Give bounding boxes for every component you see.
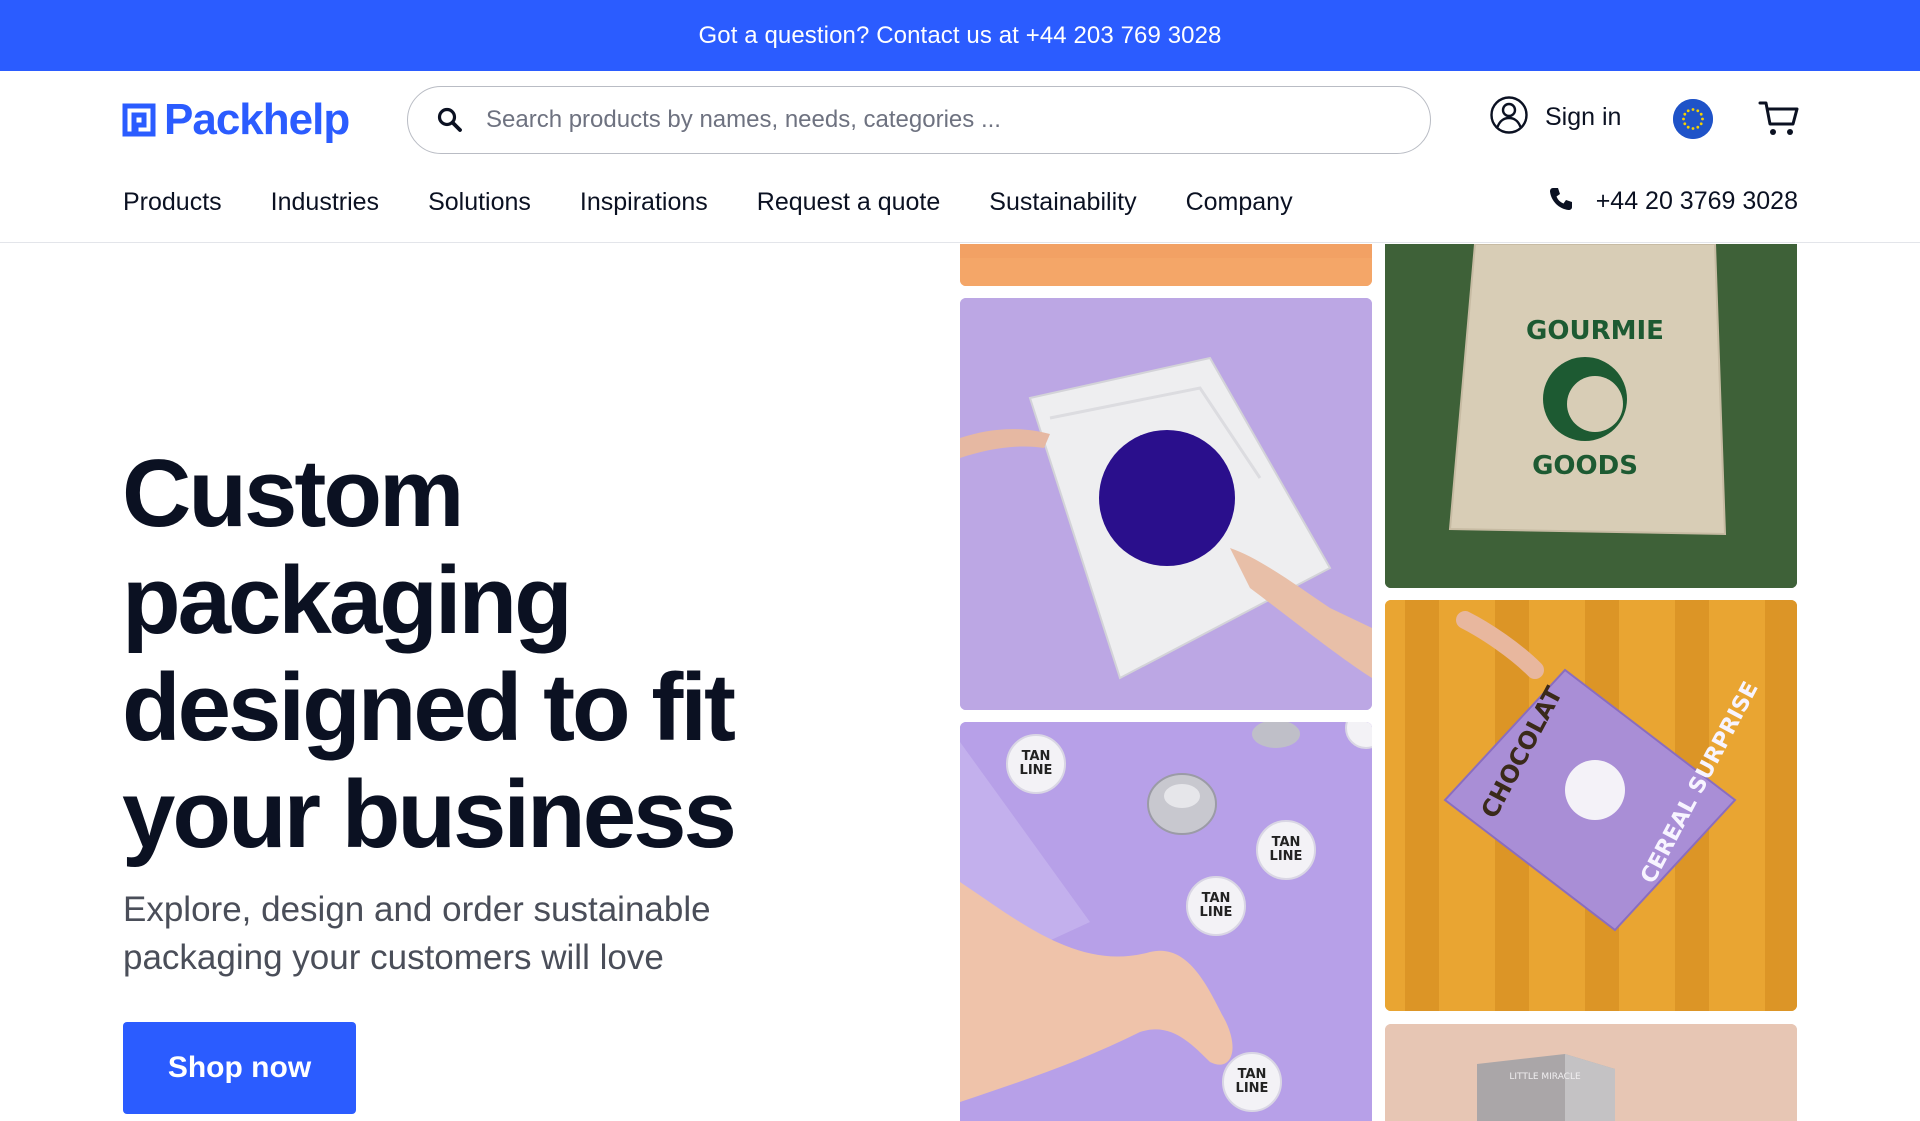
announcement-text[interactable]: Got a question? Contact us at +44 203 76… (699, 22, 1222, 50)
gallery-image-cereal-box[interactable]: CEREAL SURPRISE CHOCOLAT (1385, 600, 1797, 1011)
announcement-bar: Got a question? Contact us at +44 203 76… (0, 0, 1920, 71)
badge-text: TAN (1202, 891, 1231, 906)
nav-item-solutions[interactable]: Solutions (428, 188, 531, 217)
packhelp-logo-icon (122, 103, 156, 137)
shop-now-button[interactable]: Shop now (123, 1022, 356, 1114)
badge-text: LINE (1020, 763, 1053, 778)
badge-text: LINE (1236, 1081, 1269, 1096)
search-icon[interactable] (436, 106, 464, 134)
hero-subtitle: Explore, design and order sustainable pa… (123, 890, 711, 977)
sign-in-button[interactable]: Sign in (1489, 95, 1621, 140)
cart-icon (1758, 101, 1799, 135)
nav-item-products[interactable]: Products (123, 188, 222, 217)
nav-item-request-quote[interactable]: Request a quote (757, 188, 940, 217)
nav-item-inspirations[interactable]: Inspirations (580, 188, 708, 217)
cart-button[interactable] (1758, 97, 1800, 139)
phone-contact[interactable]: +44 20 3769 3028 (1548, 186, 1798, 217)
nav-item-industries[interactable]: Industries (271, 188, 379, 217)
brand-logo[interactable]: Packhelp (122, 93, 350, 147)
brand-name: Packhelp (164, 95, 350, 144)
nav-item-sustainability[interactable]: Sustainability (989, 188, 1136, 217)
region-selector[interactable] (1673, 99, 1713, 139)
gallery-image-badges[interactable]: TAN LINE TAN LINE TAN LINE TAN LINE (960, 722, 1372, 1121)
phone-number: +44 20 3769 3028 (1595, 187, 1798, 215)
badge-text: TAN (1272, 835, 1301, 850)
hero-title-line: Custom (122, 440, 464, 547)
globe-flag-icon (1673, 99, 1713, 139)
gallery-image-mailer-bag[interactable] (960, 298, 1372, 710)
nav-item-company[interactable]: Company (1186, 188, 1293, 217)
hero-title-line: packaging (122, 547, 573, 654)
badge-text: LINE (1270, 849, 1303, 864)
badge-text: TAN (1022, 749, 1051, 764)
hero-title-line: your business (122, 761, 737, 868)
hero-title: Custom packaging designed to fit your bu… (122, 440, 822, 868)
search-bar[interactable] (407, 86, 1431, 154)
hero-title-line: designed to fit (122, 654, 736, 761)
main-navigation: Products Industries Solutions Inspiratio… (123, 188, 1342, 217)
badge-text: LINE (1200, 905, 1233, 920)
badge-text: TAN (1238, 1067, 1267, 1082)
user-icon (1489, 95, 1529, 140)
tote-text-top: GOURMIE (1526, 316, 1664, 346)
tote-text-bottom: GOODS (1532, 451, 1638, 481)
sign-in-label: Sign in (1545, 103, 1622, 131)
gallery-image-box[interactable]: LITTLE MIRACLE (1385, 1024, 1797, 1121)
search-input[interactable] (486, 106, 1386, 134)
gallery-image-orange[interactable] (960, 244, 1372, 286)
gallery-image-tote-bag[interactable]: GOURMIE GOODS (1385, 244, 1797, 588)
box-text: LITTLE MIRACLE (1509, 1072, 1581, 1082)
site-header: Packhelp Sign in (0, 71, 1920, 243)
phone-icon (1548, 186, 1574, 217)
